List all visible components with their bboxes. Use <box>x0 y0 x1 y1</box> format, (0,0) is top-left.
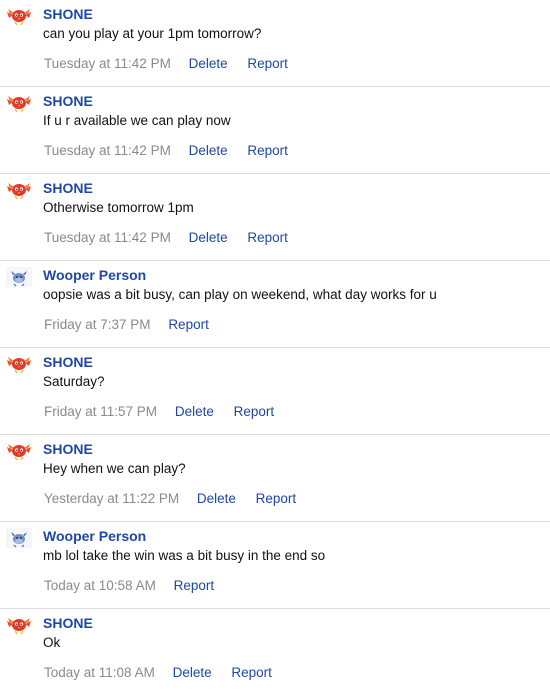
report-link[interactable]: Report <box>168 317 209 332</box>
report-link[interactable]: Report <box>247 143 288 158</box>
message-item: SHONE Saturday? Friday at 11:57 PM Delet… <box>0 348 550 435</box>
message-author[interactable]: SHONE <box>43 354 93 371</box>
delete-link[interactable]: Delete <box>189 56 228 71</box>
blue-creature-icon[interactable] <box>6 267 32 287</box>
red-bird-icon[interactable] <box>6 93 32 113</box>
red-bird-icon[interactable] <box>6 6 32 26</box>
message-item: SHONE can you play at your 1pm tomorrow?… <box>0 0 550 87</box>
message-author[interactable]: SHONE <box>43 180 93 197</box>
message-item: SHONE Ok Today at 11:08 AM Delete Report <box>0 609 550 696</box>
delete-link[interactable]: Delete <box>197 491 236 506</box>
message-author[interactable]: Wooper Person <box>43 528 146 545</box>
message-meta: Friday at 11:57 PM Delete Report <box>44 403 274 420</box>
delete-link[interactable]: Delete <box>175 404 214 419</box>
message-author[interactable]: SHONE <box>43 441 93 458</box>
message-meta: Tuesday at 11:42 PM Delete Report <box>44 55 288 72</box>
message-timestamp: Yesterday at 11:22 PM <box>44 491 180 506</box>
message-meta: Today at 11:08 AM Delete Report <box>44 664 272 681</box>
message-timestamp: Friday at 11:57 PM <box>44 404 158 419</box>
report-link[interactable]: Report <box>247 56 288 71</box>
delete-link[interactable]: Delete <box>189 230 228 245</box>
message-text: Otherwise tomorrow 1pm <box>43 200 194 215</box>
message-timestamp: Friday at 7:37 PM <box>44 317 151 332</box>
message-item: SHONE Hey when we can play? Yesterday at… <box>0 435 550 522</box>
message-meta: Today at 10:58 AM Report <box>44 577 214 594</box>
message-text: Saturday? <box>43 374 105 389</box>
report-link[interactable]: Report <box>174 578 215 593</box>
message-text: oopsie was a bit busy, can play on weeke… <box>43 287 437 302</box>
message-text: If u r available we can play now <box>43 113 231 128</box>
report-link[interactable]: Report <box>256 491 297 506</box>
message-item: Wooper Person oopsie was a bit busy, can… <box>0 261 550 348</box>
report-link[interactable]: Report <box>234 404 275 419</box>
message-item: SHONE Otherwise tomorrow 1pm Tuesday at … <box>0 174 550 261</box>
message-item: Wooper Person mb lol take the win was a … <box>0 522 550 609</box>
message-text: mb lol take the win was a bit busy in th… <box>43 548 326 563</box>
message-author[interactable]: SHONE <box>43 6 93 23</box>
message-timestamp: Tuesday at 11:42 PM <box>44 143 171 158</box>
message-thread: SHONE can you play at your 1pm tomorrow?… <box>0 0 550 696</box>
message-text: Ok <box>43 635 61 650</box>
message-item: SHONE If u r available we can play now T… <box>0 87 550 174</box>
red-bird-icon[interactable] <box>6 354 32 374</box>
message-author[interactable]: SHONE <box>43 615 93 632</box>
message-meta: Friday at 7:37 PM Report <box>44 316 209 333</box>
message-author[interactable]: SHONE <box>43 93 93 110</box>
message-text: Hey when we can play? <box>43 461 186 476</box>
blue-creature-icon[interactable] <box>6 528 32 548</box>
message-timestamp: Today at 11:08 AM <box>44 665 155 680</box>
red-bird-icon[interactable] <box>6 180 32 200</box>
delete-link[interactable]: Delete <box>173 665 212 680</box>
message-meta: Tuesday at 11:42 PM Delete Report <box>44 229 288 246</box>
message-timestamp: Today at 10:58 AM <box>44 578 156 593</box>
message-timestamp: Tuesday at 11:42 PM <box>44 56 171 71</box>
message-text: can you play at your 1pm tomorrow? <box>43 26 262 41</box>
message-meta: Tuesday at 11:42 PM Delete Report <box>44 142 288 159</box>
message-timestamp: Tuesday at 11:42 PM <box>44 230 171 245</box>
red-bird-icon[interactable] <box>6 441 32 461</box>
report-link[interactable]: Report <box>247 230 288 245</box>
report-link[interactable]: Report <box>231 665 272 680</box>
red-bird-icon[interactable] <box>6 615 32 635</box>
message-meta: Yesterday at 11:22 PM Delete Report <box>44 490 296 507</box>
message-author[interactable]: Wooper Person <box>43 267 146 284</box>
delete-link[interactable]: Delete <box>189 143 228 158</box>
